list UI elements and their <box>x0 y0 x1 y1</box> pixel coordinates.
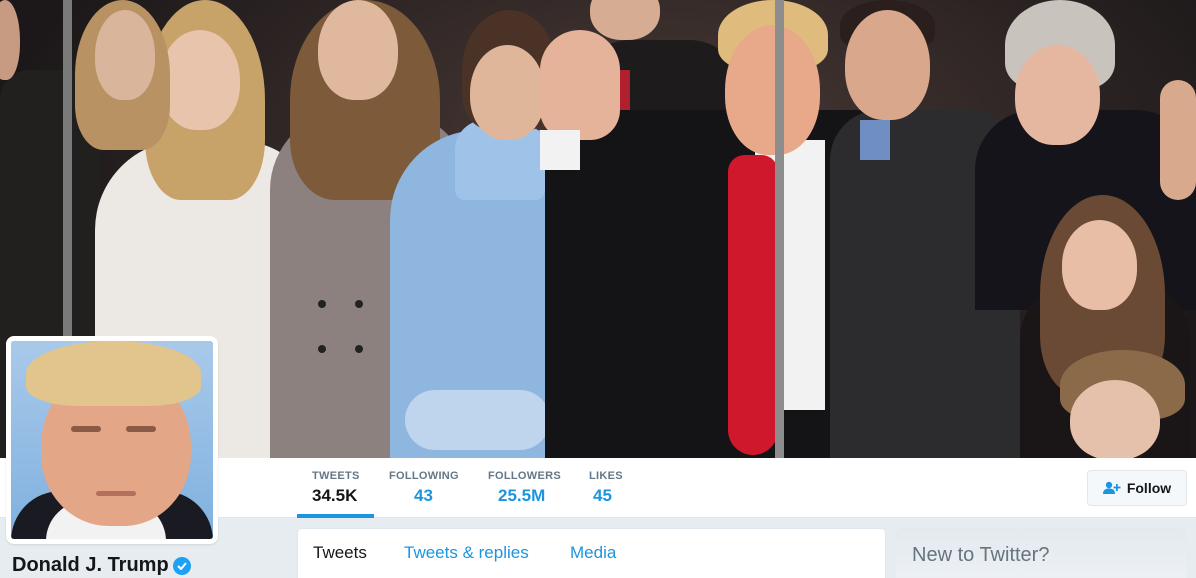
nav-following-label: FOLLOWING <box>389 470 459 482</box>
nav-tweets[interactable]: TWEETS 34.5K <box>297 458 374 518</box>
nav-tweets-label: TWEETS <box>312 470 360 482</box>
profile-name[interactable]: Donald J. Trump <box>12 554 191 577</box>
nav-likes[interactable]: LIKES 45 <box>574 458 634 518</box>
nav-following[interactable]: FOLLOWING 43 <box>374 458 473 518</box>
nav-followers-count: 25.5M <box>498 486 546 505</box>
avatar[interactable] <box>6 336 218 544</box>
timeline-tabs: Tweets Tweets & replies Media <box>297 528 886 578</box>
tab-media[interactable]: Media <box>570 543 616 563</box>
verified-badge-icon <box>172 556 191 575</box>
profile-page: TWEETS 34.5K FOLLOWING 43 FOLLOWERS 25.5… <box>0 0 1196 578</box>
nav-tweets-count: 34.5K <box>312 486 358 505</box>
nav-followers[interactable]: FOLLOWERS 25.5M <box>473 458 573 518</box>
nav-followers-label: FOLLOWERS <box>488 470 561 482</box>
nav-following-count: 43 <box>414 486 433 505</box>
profile-name-text: Donald J. Trump <box>12 554 169 576</box>
nav-likes-count: 45 <box>593 486 612 505</box>
follow-button[interactable]: Follow <box>1087 470 1187 506</box>
tab-tweets-replies[interactable]: Tweets & replies <box>404 543 529 563</box>
follow-button-label: Follow <box>1126 480 1172 496</box>
signup-module: New to Twitter? <box>896 528 1186 578</box>
signup-module-title: New to Twitter? <box>912 544 1050 566</box>
add-user-icon <box>1102 481 1121 495</box>
tab-tweets[interactable]: Tweets <box>313 543 367 563</box>
nav-likes-label: LIKES <box>589 470 623 482</box>
